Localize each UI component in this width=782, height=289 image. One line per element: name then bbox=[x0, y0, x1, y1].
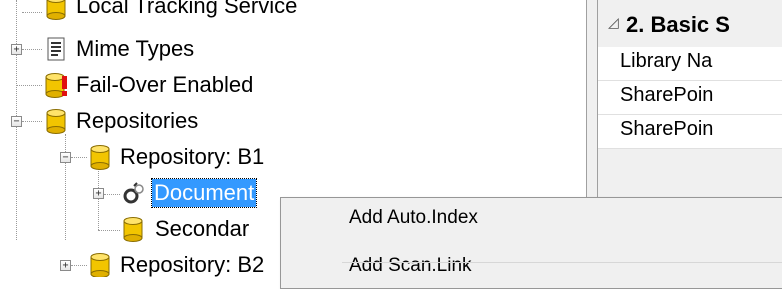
context-menu: Add Auto.Index Add Scan.Link bbox=[280, 197, 782, 289]
tree-item-label: Local Tracking Service bbox=[76, 0, 298, 18]
property-row[interactable]: SharePoin bbox=[598, 115, 782, 149]
property-row[interactable]: Library Na bbox=[598, 47, 782, 81]
expand-button[interactable]: + bbox=[60, 260, 71, 271]
collapse-button[interactable]: − bbox=[60, 152, 71, 163]
tree-item-label: Repositories bbox=[76, 108, 199, 133]
tree-item-label: Repository: B1 bbox=[120, 144, 265, 169]
tree-item-local-tracking-service[interactable]: Local Tracking Service bbox=[0, 0, 586, 20]
expand-button[interactable]: + bbox=[93, 188, 104, 199]
expand-button[interactable]: + bbox=[11, 44, 22, 55]
menu-item-add-scan-link[interactable]: Add Scan.Link bbox=[349, 254, 472, 278]
tree-item-label: Mime Types bbox=[76, 36, 195, 61]
database-icon bbox=[46, 0, 66, 20]
tree-item-label: Repository: B2 bbox=[120, 252, 265, 277]
tree-item-label: Fail-Over Enabled bbox=[76, 72, 254, 97]
menu-item-add-auto-index[interactable]: Add Auto.Index bbox=[349, 206, 478, 230]
property-label: SharePoin bbox=[620, 118, 714, 140]
menu-separator bbox=[342, 262, 782, 263]
property-label: SharePoin bbox=[620, 84, 714, 106]
link-icon bbox=[123, 182, 144, 204]
tree-item-label: Secondar bbox=[155, 216, 250, 241]
database-icon bbox=[90, 145, 110, 170]
tree-item-repositories[interactable]: − Repositories bbox=[0, 107, 586, 137]
tree-item-repository-b1[interactable]: − Repository: B1 bbox=[0, 143, 586, 173]
collapse-button[interactable]: − bbox=[11, 116, 22, 127]
property-row[interactable]: SharePoin bbox=[598, 81, 782, 115]
section-header: 2. Basic S bbox=[626, 12, 730, 37]
database-icon bbox=[90, 253, 110, 277]
tree-item-label: Document bbox=[150, 178, 258, 208]
tree-item-mime-types[interactable]: + Mime Types bbox=[0, 35, 586, 65]
database-icon bbox=[46, 109, 66, 134]
tree-item-fail-over-enabled[interactable]: Fail-Over Enabled bbox=[0, 71, 586, 101]
database-warning-icon bbox=[45, 73, 67, 98]
database-icon bbox=[123, 217, 143, 242]
section-collapse-icon[interactable]: ◿ bbox=[608, 14, 619, 31]
property-label: Library Na bbox=[620, 50, 713, 72]
document-icon bbox=[47, 37, 65, 61]
